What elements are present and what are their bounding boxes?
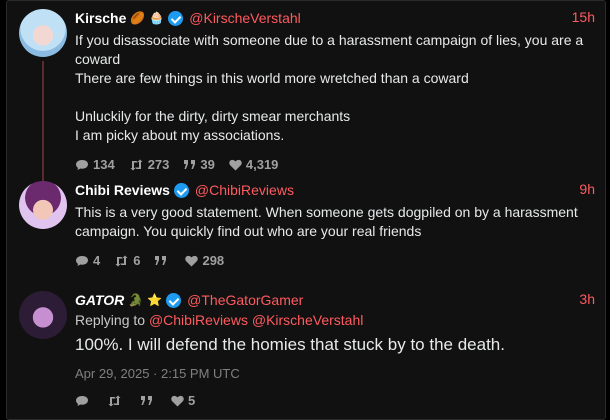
replying-to-line: Replying to @ChibiReviews @KirscheVersta… bbox=[75, 311, 595, 330]
tweet-header: Kirsche 🏉 🧁 @KirscheVerstahl bbox=[75, 9, 595, 27]
tweet-date[interactable]: Apr 29, 2025 · 2:15 PM UTC bbox=[75, 366, 595, 381]
comment-icon bbox=[75, 395, 89, 407]
quote-count: 39 bbox=[200, 157, 215, 172]
retweet-button[interactable]: 6 bbox=[114, 253, 140, 268]
retweet-count: 6 bbox=[133, 253, 141, 268]
tweet-stats: 134 273 39 4,319 bbox=[75, 157, 595, 172]
avatar[interactable] bbox=[19, 181, 67, 229]
tweet-kirsche: Kirsche 🏉 🧁 @KirscheVerstahl 15h If you … bbox=[7, 1, 607, 173]
tweet-time[interactable]: 15h bbox=[572, 9, 595, 25]
emoji: 🏉 bbox=[130, 11, 146, 25]
quote-icon bbox=[154, 255, 167, 266]
tweet-text: This is a very good statement. When some… bbox=[75, 204, 578, 239]
display-name[interactable]: GATOR bbox=[75, 292, 124, 308]
retweet-button[interactable] bbox=[107, 395, 126, 407]
user-handle[interactable]: @ChibiReviews bbox=[195, 182, 294, 198]
retweet-count: 273 bbox=[147, 157, 170, 172]
tweet-text: If you disassociate with someone due to … bbox=[75, 32, 584, 143]
quote-icon bbox=[183, 159, 196, 170]
display-name[interactable]: Chibi Reviews bbox=[75, 182, 170, 198]
comment-icon bbox=[75, 159, 89, 171]
tweet-text: 100%. I will defend the homies that stuc… bbox=[75, 335, 505, 354]
heart-icon bbox=[185, 255, 199, 267]
emoji: 🧁 bbox=[149, 11, 165, 25]
like-count: 298 bbox=[202, 253, 225, 268]
tweet-stats: 5 bbox=[75, 393, 595, 408]
emoji: 🐊 bbox=[128, 293, 144, 307]
retweet-icon bbox=[114, 255, 129, 267]
replying-to-label: Replying to bbox=[75, 312, 146, 328]
like-count: 4,319 bbox=[245, 157, 279, 172]
thread-line bbox=[42, 61, 44, 173]
retweet-icon bbox=[129, 159, 144, 171]
tweet-gator: GATOR 🐊 ⭐ @TheGatorGamer 3h Replying to … bbox=[7, 283, 607, 420]
mention-link[interactable]: @ChibiReviews bbox=[149, 312, 248, 328]
heart-icon bbox=[171, 395, 184, 407]
retweet-icon bbox=[107, 395, 122, 407]
heart-icon bbox=[229, 159, 242, 171]
like-count: 5 bbox=[188, 393, 196, 408]
retweet-button[interactable]: 273 bbox=[129, 157, 170, 172]
like-button[interactable]: 5 bbox=[171, 393, 195, 408]
display-name[interactable]: Kirsche bbox=[75, 10, 126, 26]
reply-button[interactable]: 4 bbox=[75, 253, 100, 268]
quote-button[interactable] bbox=[154, 255, 171, 266]
user-handle[interactable]: @KirscheVerstahl bbox=[189, 10, 300, 26]
reply-count: 4 bbox=[93, 253, 101, 268]
avatar[interactable] bbox=[19, 291, 67, 339]
reply-button[interactable]: 134 bbox=[75, 157, 115, 172]
like-button[interactable]: 4,319 bbox=[229, 157, 279, 172]
verified-badge-icon bbox=[168, 10, 184, 26]
tweet-header: Chibi Reviews @ChibiReviews bbox=[75, 181, 595, 199]
tweet-header: GATOR 🐊 ⭐ @TheGatorGamer bbox=[75, 291, 595, 309]
quote-button[interactable] bbox=[140, 395, 157, 406]
tweet-time[interactable]: 9h bbox=[579, 181, 595, 197]
verified-badge-icon bbox=[173, 182, 189, 198]
mention-link[interactable]: @KirscheVerstahl bbox=[252, 312, 363, 328]
verified-badge-icon bbox=[166, 292, 182, 308]
emoji: ⭐ bbox=[147, 293, 163, 307]
reply-count: 134 bbox=[93, 157, 115, 172]
tweet-stats: 4 6 298 bbox=[75, 253, 595, 268]
tweet-chibi-reviews: Chibi Reviews @ChibiReviews 9h This is a… bbox=[7, 173, 607, 283]
comment-icon bbox=[75, 255, 89, 267]
tweet-time[interactable]: 3h bbox=[579, 291, 595, 307]
like-button[interactable]: 298 bbox=[185, 253, 224, 268]
quote-button[interactable]: 39 bbox=[183, 157, 215, 172]
reply-button[interactable] bbox=[75, 395, 93, 407]
timeline-frame: Kirsche 🏉 🧁 @KirscheVerstahl 15h If you … bbox=[6, 0, 606, 420]
user-handle[interactable]: @TheGatorGamer bbox=[187, 292, 303, 308]
quote-icon bbox=[140, 395, 153, 406]
avatar[interactable] bbox=[19, 9, 67, 57]
